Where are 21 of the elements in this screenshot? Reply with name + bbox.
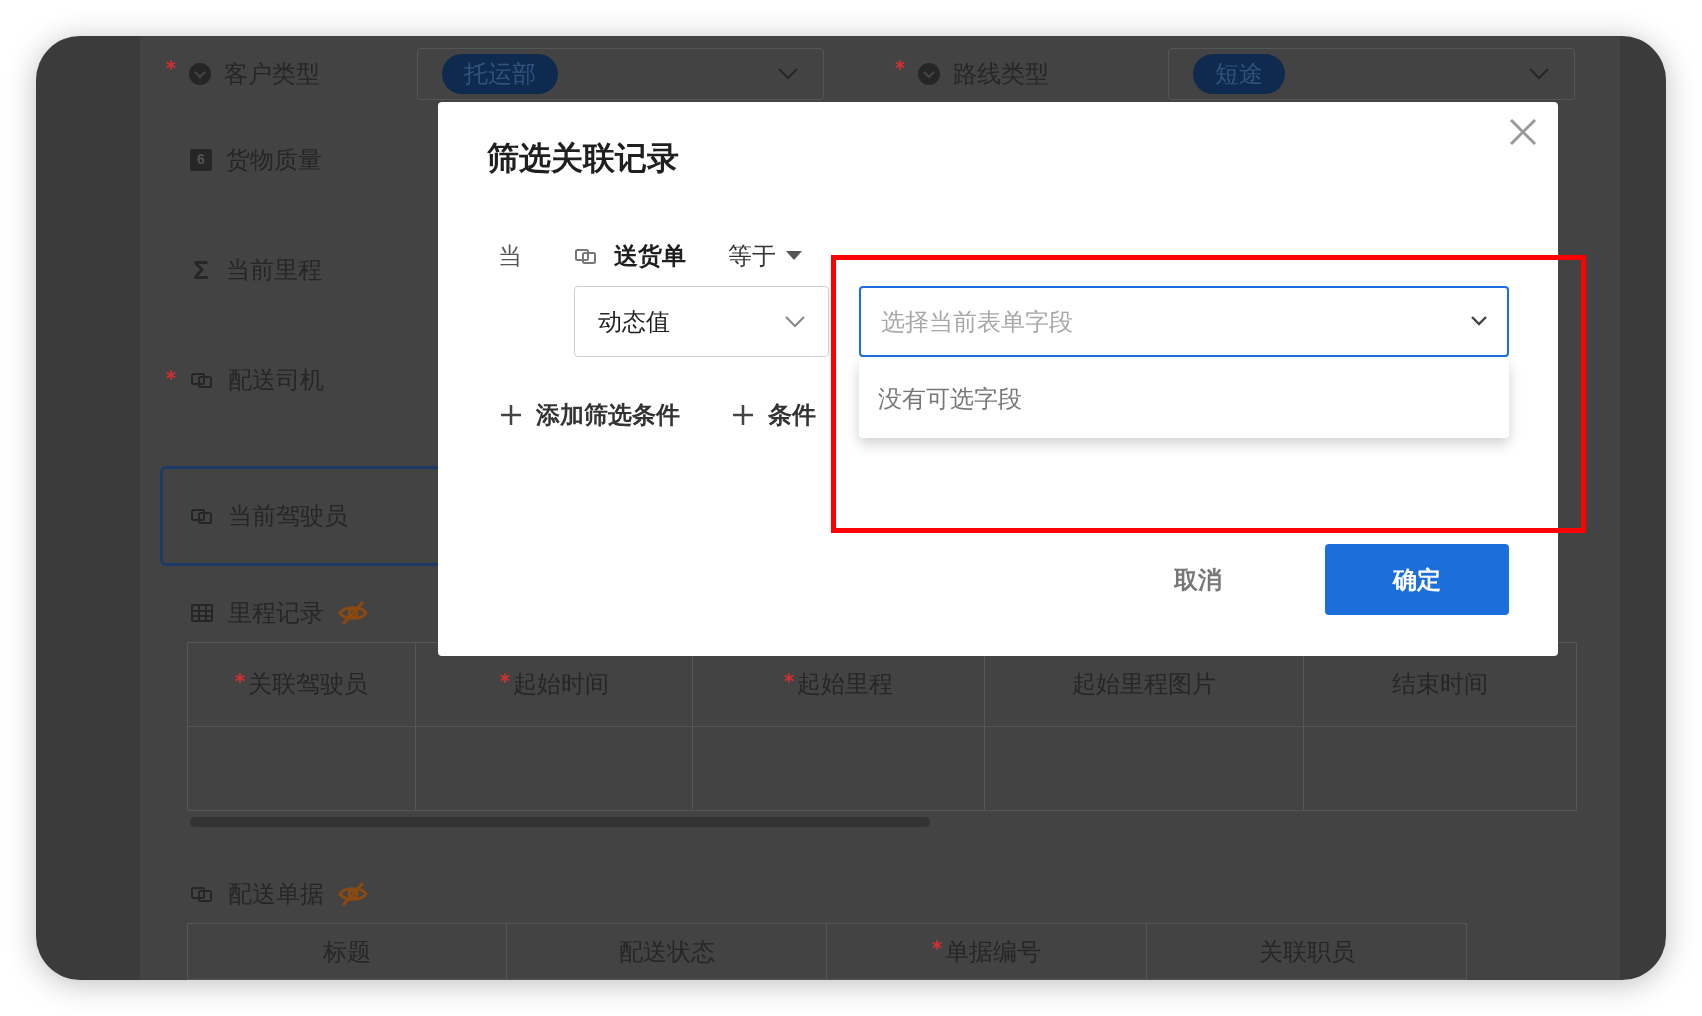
cancel-button[interactable]: 取消 (1124, 544, 1272, 615)
empty-message: 没有可选字段 (878, 383, 1022, 414)
chevron-down-icon (777, 67, 799, 82)
field-name: 送货单 (614, 241, 686, 271)
chevron-down-icon (785, 315, 805, 328)
value-type-select[interactable]: 动态值 (574, 286, 829, 357)
plus-icon (500, 404, 522, 426)
plus-icon (732, 404, 754, 426)
operator-dropdown[interactable]: 等于 (728, 238, 802, 274)
dropdown-circle-icon (917, 62, 941, 87)
chevron-down-icon (1471, 316, 1487, 326)
dialog-title: 筛选关联记录 (487, 139, 679, 178)
close-button[interactable] (1508, 117, 1538, 147)
add-button[interactable]: 条件 (732, 397, 816, 433)
caret-icon (786, 251, 802, 261)
add-button[interactable]: 添加筛选条件 (500, 397, 680, 433)
dropdown-circle-icon (188, 62, 212, 87)
chevron-down-icon (1528, 67, 1550, 82)
field-select[interactable]: 选择当前表单字段 (859, 286, 1509, 357)
confirm-button[interactable]: 确定 (1325, 544, 1509, 615)
condition-prefix: 当 (498, 241, 522, 271)
